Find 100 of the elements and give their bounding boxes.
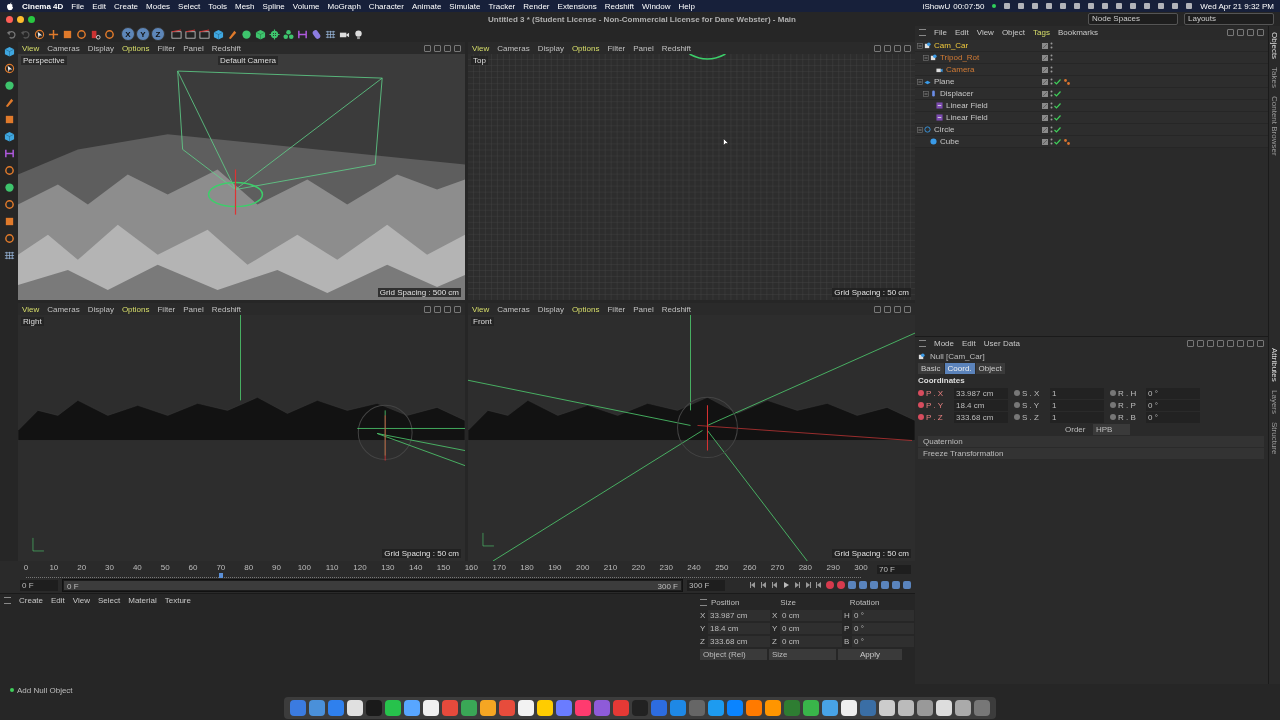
layouts-dropdown[interactable]: Layouts — [1184, 13, 1274, 25]
menu-item[interactable]: Display — [87, 304, 114, 314]
playhead[interactable] — [218, 572, 223, 578]
app-icon[interactable] — [442, 700, 458, 716]
autokey-button[interactable] — [837, 581, 845, 589]
menu-item[interactable]: Panel — [633, 43, 654, 53]
scale-icon[interactable] — [3, 114, 15, 125]
side-tab[interactable]: Attributes — [1270, 348, 1279, 382]
layer-box-icon[interactable] — [1042, 114, 1048, 121]
menu-icon[interactable] — [4, 597, 11, 604]
keyframe-dot-icon[interactable] — [1110, 402, 1116, 408]
menu-icon[interactable] — [919, 29, 926, 36]
app-icon[interactable] — [670, 700, 686, 716]
position-field[interactable]: 333.68 cm — [708, 635, 770, 647]
menu-item[interactable]: Options — [121, 304, 150, 314]
tag-icon[interactable] — [1064, 138, 1070, 145]
menu-item[interactable]: Edit — [954, 28, 969, 37]
undo-icon[interactable] — [6, 28, 17, 40]
layer-box-icon[interactable] — [1042, 126, 1048, 133]
menu-item[interactable]: Redshift — [661, 304, 692, 314]
close-button[interactable] — [6, 15, 13, 23]
sphere-icon[interactable] — [3, 182, 15, 193]
menu-item[interactable]: Cameras — [47, 304, 80, 314]
menu-item[interactable]: Volume — [292, 1, 320, 11]
spheres-icon[interactable] — [283, 28, 294, 40]
menu-item[interactable]: Material — [128, 596, 157, 605]
app-icon[interactable] — [328, 700, 344, 716]
object-name[interactable]: Cube — [940, 137, 996, 146]
menu-item[interactable]: Help — [678, 1, 695, 11]
app-icon[interactable] — [309, 700, 325, 716]
object-name[interactable]: Linear Field — [946, 101, 1002, 110]
object-name[interactable]: Cam_Car — [934, 41, 990, 50]
layer-box-icon[interactable] — [1042, 42, 1048, 49]
zoom-button[interactable] — [28, 15, 35, 23]
scale-field[interactable]: 1 — [1050, 399, 1104, 411]
menu-item[interactable]: View — [22, 304, 40, 314]
grid-icon[interactable] — [325, 28, 336, 40]
keyframe-dot-icon[interactable] — [918, 402, 924, 408]
menu-item[interactable]: Window — [642, 1, 671, 11]
visibility-dots-icon[interactable] — [1050, 138, 1053, 145]
menu-item[interactable]: Options — [121, 43, 150, 53]
axis-lock-button[interactable]: X — [121, 27, 135, 41]
skip-end-icon[interactable] — [815, 581, 823, 589]
tag-icon[interactable] — [1064, 78, 1070, 85]
menu-item[interactable]: Options — [571, 304, 600, 314]
check-icon[interactable] — [1054, 78, 1061, 85]
layer-box-icon[interactable] — [1042, 90, 1048, 97]
pen-icon[interactable] — [3, 97, 15, 108]
menu-item[interactable]: Character — [368, 1, 404, 11]
object-name[interactable]: Plane — [934, 77, 990, 86]
side-tab[interactable]: Structure — [1270, 421, 1279, 455]
app-icon[interactable] — [765, 700, 781, 716]
app-icon[interactable] — [575, 700, 591, 716]
rotation-field[interactable]: 0 ° — [852, 635, 914, 647]
tab[interactable]: Basic — [918, 362, 944, 374]
collapsed-group[interactable]: Freeze Transformation — [918, 448, 1264, 459]
app-menu[interactable]: Cinema 4D — [22, 1, 64, 11]
clapper-icon[interactable] — [199, 28, 210, 40]
menu-item[interactable]: Create — [19, 596, 43, 605]
menu-item[interactable]: Redshift — [661, 43, 692, 53]
end-frame-field[interactable]: 300 F — [687, 579, 725, 591]
apply-button[interactable]: Apply — [838, 648, 902, 660]
range-bar[interactable]: 0 F 300 F — [64, 580, 681, 590]
layer-box-icon[interactable] — [1042, 66, 1048, 73]
side-tab[interactable]: Layers — [1270, 389, 1279, 414]
layer-box-icon[interactable] — [1042, 138, 1048, 145]
app-icon[interactable] — [385, 700, 401, 716]
pill-icon[interactable] — [311, 28, 322, 40]
app-icon[interactable] — [480, 700, 496, 716]
viewport[interactable]: View Cameras Display Options Filter Panel Redshift Perspective Default Camera Grid Spacing : 500 cm — [18, 42, 465, 300]
prev-key-icon[interactable] — [760, 581, 768, 589]
check-icon[interactable] — [1054, 126, 1061, 133]
menu-item[interactable]: Create — [114, 1, 139, 11]
expand-toggle-icon[interactable] — [917, 42, 923, 49]
tab[interactable]: Object — [975, 362, 1005, 374]
step-back-icon[interactable] — [771, 581, 779, 589]
side-tab[interactable]: Content Browser — [1270, 96, 1279, 156]
render-region-icon[interactable] — [90, 28, 101, 40]
rotate-icon[interactable] — [76, 28, 87, 40]
menu-item[interactable]: Redshift — [211, 43, 242, 53]
app-icon[interactable] — [898, 700, 914, 716]
viewport[interactable]: View Cameras Display Options Filter Panel Redshift Front Grid Spacing : 50 cm — [468, 303, 915, 561]
object-name[interactable]: Linear Field — [946, 113, 1002, 122]
sphere-icon[interactable] — [241, 28, 252, 40]
side-tab[interactable]: Takes — [1270, 67, 1279, 89]
app-icon[interactable] — [404, 700, 420, 716]
menu-item[interactable]: Panel — [633, 304, 654, 314]
order-dropdown[interactable]: HPB — [1093, 423, 1130, 435]
menu-item[interactable]: Tools — [208, 1, 227, 11]
visibility-dots-icon[interactable] — [1050, 78, 1053, 85]
collapsed-group[interactable]: Quaternion — [918, 436, 1264, 447]
keyframe-dot-icon[interactable] — [1110, 414, 1116, 420]
object-name[interactable]: Tripod_Rot — [940, 53, 996, 62]
cube-icon[interactable] — [213, 28, 224, 40]
expand-toggle-icon[interactable] — [923, 54, 929, 61]
minimize-button[interactable] — [17, 15, 24, 23]
menu-item[interactable]: View — [472, 304, 490, 314]
menu-item[interactable]: Filter — [157, 304, 176, 314]
menu-item[interactable]: Mesh — [235, 1, 255, 11]
menu-item[interactable]: View — [22, 43, 40, 53]
